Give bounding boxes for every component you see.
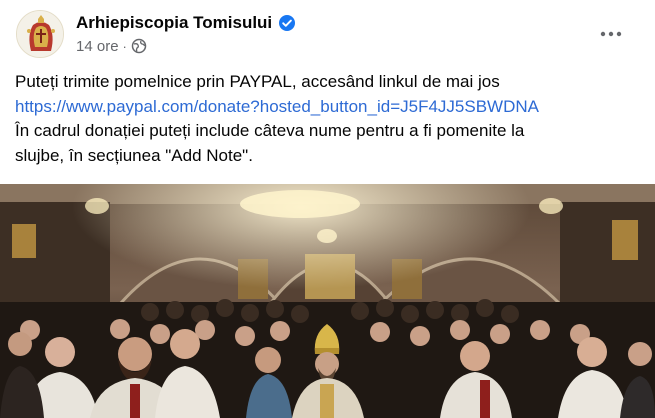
verified-badge-icon xyxy=(278,14,296,32)
post-photo[interactable] xyxy=(0,184,655,418)
more-options-button[interactable] xyxy=(597,20,625,48)
church-crest-icon xyxy=(17,11,63,57)
meta-separator: · xyxy=(122,38,127,54)
post-header: Arhiepiscopia Tomisului 14 ore · xyxy=(14,8,641,60)
post-text-line: Puteți trimite pomelnice prin PAYPAL, ac… xyxy=(15,72,500,91)
page-name-row: Arhiepiscopia Tomisului xyxy=(76,12,296,34)
post-text: Puteți trimite pomelnice prin PAYPAL, ac… xyxy=(15,70,640,168)
post-text-line: În cadrul donației puteți include câteva… xyxy=(15,121,525,140)
post-meta: 14 ore · xyxy=(76,37,147,55)
post-timestamp[interactable]: 14 ore xyxy=(76,38,119,55)
church-service-image xyxy=(0,184,655,418)
globe-icon[interactable] xyxy=(131,38,147,54)
more-options-icon xyxy=(600,31,622,37)
post-text-line: slujbe, în secțiunea "Add Note". xyxy=(15,145,253,165)
page-name[interactable]: Arhiepiscopia Tomisului xyxy=(76,13,272,33)
facebook-post: Arhiepiscopia Tomisului 14 ore · Puteți … xyxy=(0,0,655,418)
page-avatar[interactable] xyxy=(16,10,64,58)
paypal-link[interactable]: https://www.paypal.com/donate?hosted_but… xyxy=(15,95,640,120)
